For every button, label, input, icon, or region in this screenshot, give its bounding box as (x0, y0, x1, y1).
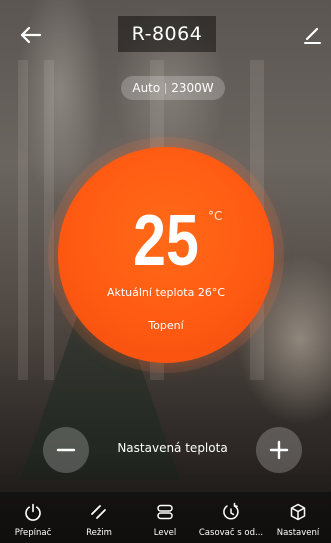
plus-icon (269, 440, 289, 460)
temperature-dial: 25 °C Aktuální teplota 26°C Topení (58, 147, 274, 363)
back-button[interactable] (18, 22, 44, 48)
level-icon (157, 504, 173, 520)
device-title: R-8064 (118, 16, 216, 52)
nav-label-mode: Režim (86, 528, 112, 538)
pencil-icon (304, 27, 321, 44)
nav-item-timer[interactable]: Časovač s od... (198, 492, 264, 543)
settings-cube-icon (290, 503, 306, 521)
power-text: 2300W (171, 81, 214, 95)
nav-item-level[interactable]: Level (132, 492, 198, 543)
nav-item-switch[interactable]: Přepínač (0, 492, 66, 543)
temperature-unit: °C (208, 209, 223, 223)
increase-temperature-button[interactable] (256, 427, 302, 473)
nav-item-mode[interactable]: Režim (66, 492, 132, 543)
header: R-8064 (0, 0, 331, 68)
timer-icon (223, 502, 239, 520)
nav-label-switch: Přepínač (14, 528, 52, 538)
nav-label-timer: Časovač s od... (198, 528, 264, 538)
mode-power-pill: Auto 2300W (121, 76, 225, 100)
power-icon (25, 503, 41, 521)
thermostat-screen: R-8064 Auto 2300W 25 °C Aktuální teplota… (0, 0, 331, 543)
set-temperature-label: Nastavená teplota (117, 441, 228, 455)
bottom-nav: Přepínač Režim Level Časovač s od... Nas… (0, 492, 331, 543)
mode-text: Auto (132, 81, 161, 95)
minus-icon (56, 448, 76, 452)
pill-separator (165, 82, 167, 94)
decrease-temperature-button[interactable] (43, 427, 89, 473)
nav-label-settings: Nastavení (276, 528, 320, 538)
heating-status: Topení (148, 319, 184, 332)
edit-button[interactable] (301, 24, 323, 46)
device-title-text: R-8064 (131, 23, 203, 45)
set-temperature-value: 25 (133, 201, 199, 281)
nav-item-settings[interactable]: Nastavení (265, 492, 331, 543)
mode-icon (91, 505, 106, 519)
nav-label-level: Level (153, 528, 177, 538)
current-temperature: Aktuální teplota 26°C (106, 286, 226, 299)
back-arrow-icon (20, 26, 42, 44)
